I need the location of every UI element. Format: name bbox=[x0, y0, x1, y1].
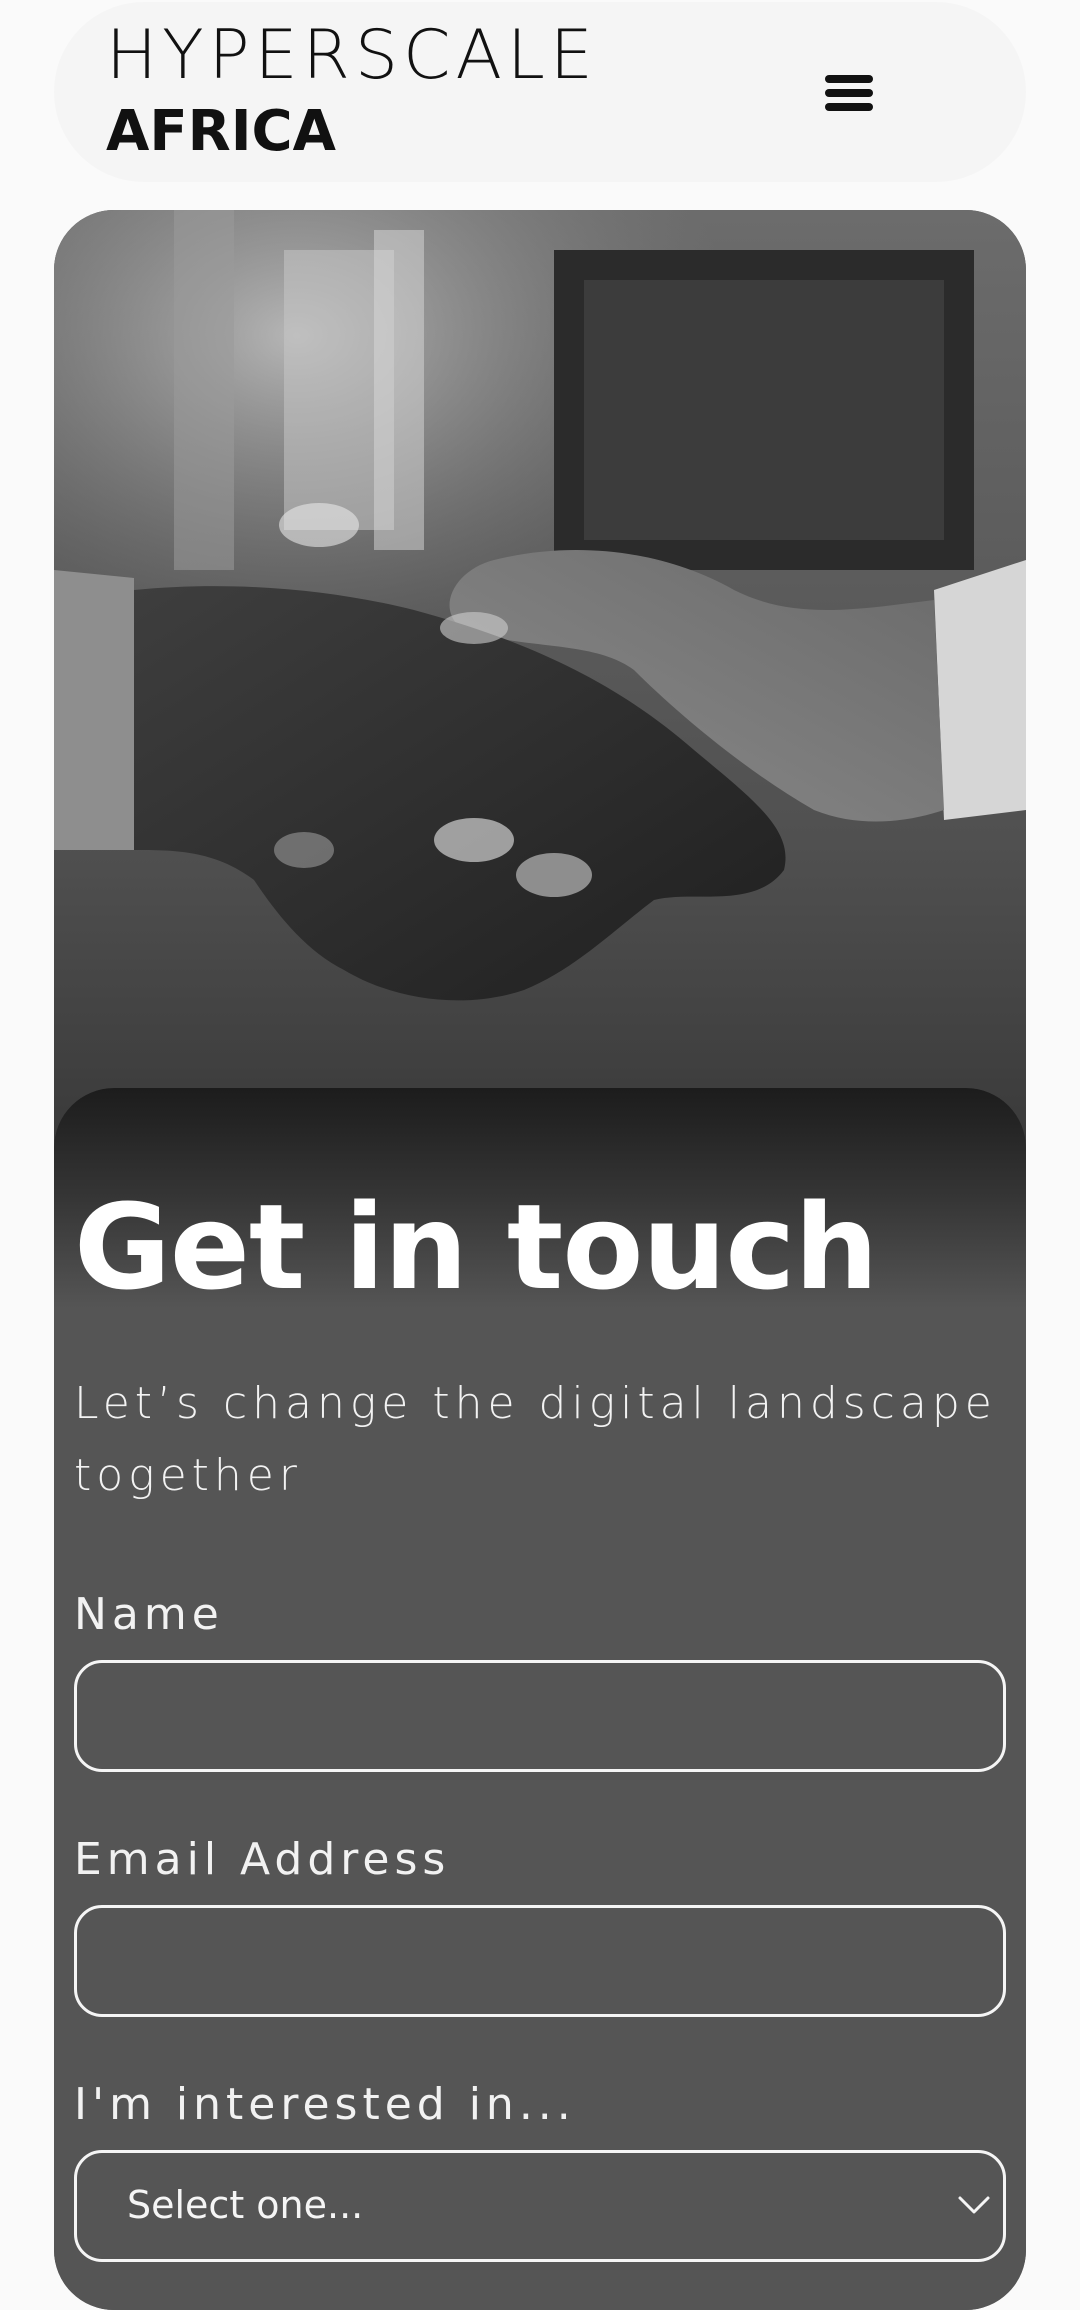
email-field[interactable] bbox=[74, 1905, 1006, 2017]
logo-wordmark-bottom[interactable]: AFRICA bbox=[106, 104, 336, 160]
interest-label: I'm interested in... bbox=[74, 2079, 576, 2130]
name-field[interactable] bbox=[74, 1660, 1006, 1772]
hamburger-menu-icon bbox=[825, 75, 873, 111]
email-label: Email Address bbox=[74, 1834, 451, 1885]
interest-select[interactable]: Select one... bbox=[74, 2150, 1006, 2262]
contact-card: Get in touch Let’s change the digital la… bbox=[54, 210, 1026, 2310]
form-subtitle: Let’s change the digital landscape toget… bbox=[74, 1378, 997, 1501]
form-title: Get in touch bbox=[74, 1178, 878, 1316]
contact-form-panel: Get in touch Let’s change the digital la… bbox=[54, 1088, 1026, 2310]
interest-selected-value: Select one... bbox=[127, 2183, 364, 2227]
logo-wordmark-top[interactable]: HYPERSCALE bbox=[106, 22, 598, 90]
chevron-down-icon bbox=[958, 2196, 990, 2214]
name-label: Name bbox=[74, 1589, 224, 1640]
menu-button[interactable] bbox=[814, 62, 884, 124]
site-header: HYPERSCALE AFRICA bbox=[54, 2, 1026, 182]
